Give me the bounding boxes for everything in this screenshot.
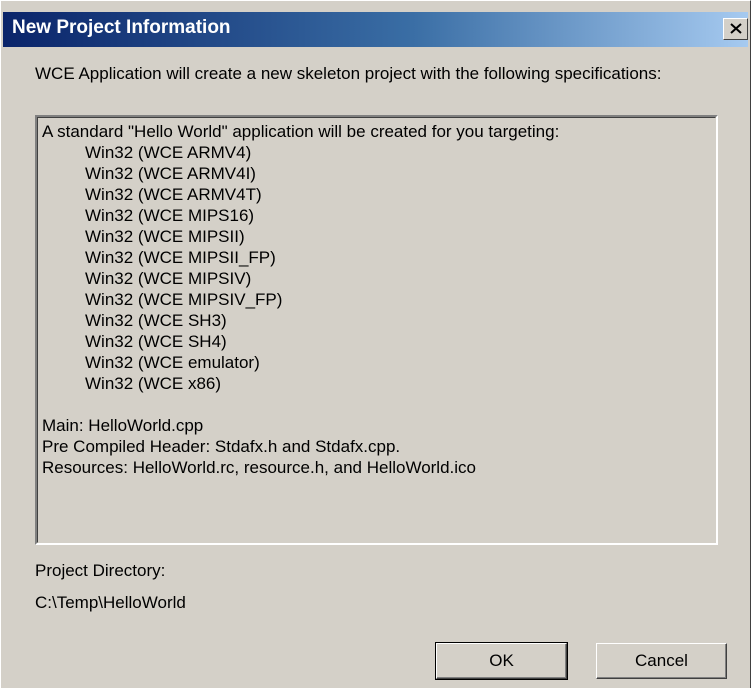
main-file-line: Main: HelloWorld.cpp: [42, 416, 204, 435]
target-item: Win32 (WCE x86): [85, 374, 222, 393]
info-header: A standard "Hello World" application wil…: [42, 122, 560, 141]
target-item: Win32 (WCE ARMV4): [85, 143, 252, 162]
ok-button[interactable]: OK: [435, 642, 568, 680]
target-item: Win32 (WCE ARMV4I): [85, 164, 256, 183]
project-directory-path: C:\Temp\HelloWorld: [35, 593, 186, 612]
title-bar[interactable]: New Project Information: [3, 12, 748, 47]
precompiled-header-line: Pre Compiled Header: Stdafx.h and Stdafx…: [42, 437, 401, 456]
target-item: Win32 (WCE MIPSIV_FP): [85, 290, 283, 309]
target-item: Win32 (WCE emulator): [85, 353, 260, 372]
target-item: Win32 (WCE MIPSII_FP): [85, 248, 276, 267]
target-item: Win32 (WCE MIPSIV): [85, 269, 252, 288]
window-title: New Project Information: [12, 17, 231, 38]
cancel-button[interactable]: Cancel: [596, 643, 727, 679]
project-directory-label: Project Directory:: [35, 561, 166, 580]
close-button[interactable]: [723, 18, 748, 40]
target-item: Win32 (WCE SH4): [85, 332, 227, 351]
close-icon: [730, 23, 742, 34]
target-item: Win32 (WCE SH3): [85, 311, 227, 330]
project-info-box[interactable]: A standard "Hello World" application wil…: [35, 115, 718, 545]
new-project-information-dialog: New Project Information WCE Application …: [0, 0, 751, 688]
resources-line: Resources: HelloWorld.rc, resource.h, an…: [42, 458, 476, 477]
target-item: Win32 (WCE ARMV4T): [85, 185, 262, 204]
project-info-content: A standard "Hello World" application wil…: [37, 117, 716, 543]
intro-text: WCE Application will create a new skelet…: [35, 64, 662, 83]
target-item: Win32 (WCE MIPSII): [85, 227, 245, 246]
target-item: Win32 (WCE MIPS16): [85, 206, 255, 225]
